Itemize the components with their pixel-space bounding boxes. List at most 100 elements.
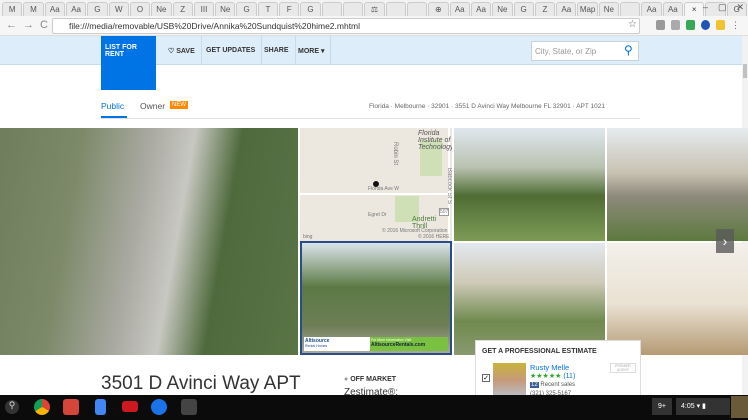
- maximize-button[interactable]: ▢: [718, 2, 727, 13]
- breadcrumb: Florida · Melbourne · 32901 · 3551 D Avi…: [369, 103, 605, 110]
- extension-icon[interactable]: [671, 20, 680, 30]
- settings-icon[interactable]: [181, 399, 197, 415]
- browser-tab[interactable]: Z: [172, 2, 193, 16]
- list-for-rent-label[interactable]: LIST FOR RENT: [101, 36, 156, 65]
- bookmark-star-icon[interactable]: ☆: [628, 19, 637, 30]
- search-icon[interactable]: ⚲: [624, 43, 633, 57]
- browser-tab[interactable]: ×: [684, 2, 705, 16]
- photo-interior[interactable]: [607, 243, 748, 355]
- browser-tab[interactable]: Ne: [492, 2, 513, 16]
- browser-tab[interactable]: Aa: [470, 2, 492, 16]
- browser-tab[interactable]: Ne: [151, 2, 172, 16]
- info-icon[interactable]: [701, 20, 710, 30]
- tab-strip: M M Aa Aa G W O Ne Z III Ne G T F G ⚖ ⊕ Aa Aa Ne G Z Aa Map Ne Aa…: [0, 0, 748, 16]
- window-controls: – ▢ ✕: [703, 2, 744, 13]
- photo-building-3[interactable]: Altisource Rental Homes For More Informat…: [300, 241, 452, 355]
- taskbar: [0, 395, 748, 420]
- browser-tab[interactable]: Ne: [598, 2, 620, 16]
- photo-building-1[interactable]: [454, 128, 605, 241]
- recent-sales: 12 Recent sales: [530, 382, 576, 388]
- reload-button[interactable]: C: [40, 19, 48, 31]
- back-button[interactable]: ←: [6, 19, 17, 31]
- cast-icon[interactable]: [656, 20, 665, 30]
- browser-tab[interactable]: [321, 2, 342, 16]
- crumb-unit: APT 1021: [576, 103, 605, 110]
- agent-checkbox[interactable]: ✓: [482, 374, 490, 382]
- crumb-address[interactable]: 3551 D Avinci Way Melbourne FL 32901: [455, 103, 571, 110]
- save-button[interactable]: ♡ SAVE: [162, 36, 202, 65]
- estimate-heading: GET A PROFESSIONAL ESTIMATE: [482, 348, 597, 355]
- search-input[interactable]: City, State, or Zip: [531, 41, 639, 61]
- chrome-icon[interactable]: [34, 399, 50, 415]
- launcher-search-icon[interactable]: ⚲: [5, 400, 19, 414]
- map-label-institute: Florida Institute of Technology: [418, 130, 452, 151]
- browser-tab[interactable]: ⚖: [364, 2, 385, 16]
- tab-owner[interactable]: Owner: [140, 101, 165, 111]
- wifi-icon: ▾: [696, 403, 701, 410]
- status-tray[interactable]: 4:05 ▾ ▮: [676, 398, 730, 415]
- rating-stars-icon: ★★★★★ (11): [530, 373, 576, 380]
- close-button[interactable]: ✕: [736, 2, 744, 13]
- browser-tab[interactable]: O: [129, 2, 151, 16]
- share-button[interactable]: SHARE: [258, 36, 296, 65]
- sheets-icon[interactable]: [686, 20, 695, 30]
- keep-icon[interactable]: [716, 20, 725, 30]
- crumb-city[interactable]: Melbourne: [395, 103, 426, 110]
- browser-tab[interactable]: [385, 2, 406, 16]
- scrollbar-thumb[interactable]: [743, 64, 747, 78]
- more-button[interactable]: MORE ▾: [292, 36, 332, 65]
- files-icon[interactable]: [151, 399, 167, 415]
- aerial-photo[interactable]: [0, 128, 298, 355]
- crumb-zip[interactable]: 32901: [431, 103, 449, 110]
- browser-tab[interactable]: Map: [577, 2, 598, 16]
- photo-building-4[interactable]: [454, 243, 605, 355]
- user-avatar[interactable]: [731, 396, 748, 418]
- youtube-icon[interactable]: [122, 401, 138, 412]
- browser-tab[interactable]: Aa: [65, 2, 87, 16]
- browser-tab[interactable]: Z: [534, 2, 556, 16]
- listing-title: 3501 D Avinci Way APT: [101, 373, 301, 394]
- agent-name[interactable]: Rusty Melle: [530, 363, 569, 372]
- address-bar[interactable]: file:///media/removable/USB%20Drive/Anni…: [52, 18, 640, 34]
- clock: 4:05: [681, 403, 695, 410]
- divider: [101, 118, 640, 119]
- browser-tab[interactable]: M: [2, 2, 23, 16]
- browser-tab[interactable]: ⊕: [428, 2, 449, 16]
- browser-tab[interactable]: G: [236, 2, 257, 16]
- browser-tab[interactable]: Aa: [44, 2, 65, 16]
- browser-tab[interactable]: G: [300, 2, 321, 16]
- browser-tab[interactable]: M: [23, 2, 44, 16]
- browser-tab[interactable]: [620, 2, 641, 16]
- docs-icon[interactable]: [95, 399, 106, 415]
- tab-public[interactable]: Public: [101, 101, 124, 111]
- browser-tab[interactable]: Aa: [449, 2, 470, 16]
- browser-tab[interactable]: Aa: [556, 2, 577, 16]
- browser-tab[interactable]: [406, 2, 428, 16]
- new-badge: NEW: [170, 101, 188, 109]
- gmail-icon[interactable]: [63, 399, 79, 415]
- browser-tab[interactable]: Ne: [215, 2, 236, 16]
- estimate-panel: GET A PROFESSIONAL ESTIMATE ✓ Rusty Mell…: [475, 340, 641, 401]
- browser-tab[interactable]: W: [108, 2, 129, 16]
- photo-building-2[interactable]: [607, 128, 748, 241]
- browser-tab[interactable]: T: [257, 2, 279, 16]
- extensions: ⋮: [656, 20, 740, 30]
- menu-icon[interactable]: ⋮: [731, 20, 740, 30]
- crumb-state[interactable]: Florida: [369, 103, 389, 110]
- browser-tab[interactable]: III: [193, 2, 215, 16]
- browser-tab[interactable]: F: [279, 2, 300, 16]
- forward-button[interactable]: →: [23, 19, 34, 31]
- premier-agent-badge: PREMIER AGENT: [610, 363, 636, 373]
- notifications-badge[interactable]: 9+: [652, 398, 672, 415]
- browser-tab[interactable]: G: [87, 2, 108, 16]
- next-photo-arrow-icon[interactable]: ›: [716, 229, 734, 253]
- browser-tab[interactable]: Aa: [641, 2, 662, 16]
- map-label-babcock: Babcock St S: [446, 168, 452, 205]
- map-label-robin: Robin St: [392, 142, 398, 166]
- get-updates-button[interactable]: GET UPDATES: [200, 36, 263, 65]
- browser-tab[interactable]: [343, 2, 364, 16]
- minimize-button[interactable]: –: [703, 2, 708, 13]
- browser-tab[interactable]: G: [513, 2, 534, 16]
- location-marker-icon: [373, 181, 379, 187]
- browser-tab[interactable]: Aa: [662, 2, 683, 16]
